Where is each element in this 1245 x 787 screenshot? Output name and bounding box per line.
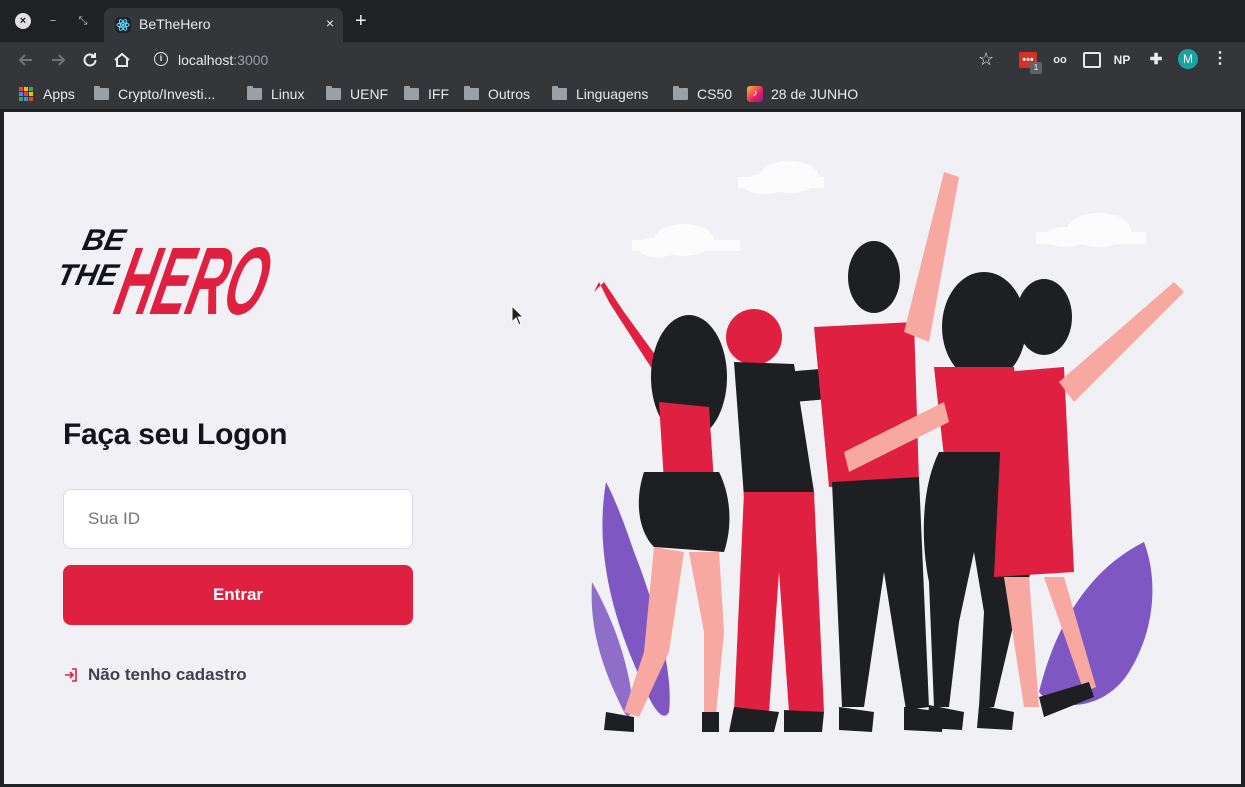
browser-toolbar: i localhost:3000 ☆ ••• 1 oo NP ✚ M ⋮ (0, 42, 1245, 78)
bookmark-label: Apps (43, 86, 75, 102)
tab-bethehero[interactable]: BeTheHero × (104, 8, 343, 42)
window-maximize-button[interactable]: ⤡ (75, 13, 91, 29)
window-minimize-button[interactable]: − (45, 13, 61, 29)
bookmark-folder-outros[interactable]: Outros (464, 84, 530, 104)
bookmark-label: Linguagens (576, 86, 649, 102)
back-arrow-icon[interactable] (16, 50, 36, 70)
bookmark-label: Outros (488, 86, 531, 102)
folder-icon (552, 86, 567, 100)
mouse-cursor-icon (511, 305, 525, 326)
tab-close-icon[interactable]: × (326, 15, 334, 31)
bookmark-label: Linux (271, 86, 305, 102)
url-text: localhost:3000 (178, 52, 268, 68)
bookmark-folder-cs50[interactable]: CS50 (673, 84, 732, 104)
folder-icon (94, 86, 109, 100)
picture-in-picture-extension-icon[interactable] (1083, 52, 1101, 68)
extension-badge: 1 (1030, 62, 1042, 74)
glasses-extension-icon[interactable]: oo (1051, 52, 1069, 68)
logo-the-text: THE (60, 259, 122, 292)
bookmark-folder-linux[interactable]: Linux (247, 84, 304, 104)
forward-arrow-icon[interactable] (48, 50, 68, 70)
tab-title: BeTheHero (139, 16, 211, 32)
new-tab-button[interactable]: + (355, 11, 367, 31)
logon-title: Faça seu Logon (63, 418, 288, 451)
np-extension-icon[interactable]: NP (1113, 52, 1131, 68)
bookmark-28-de-junho[interactable]: ♪ 28 de JUNHO (747, 84, 858, 104)
react-favicon-icon (115, 17, 131, 33)
log-in-icon (65, 668, 77, 682)
cloud-icon (738, 161, 824, 194)
bookmark-label: 28 de JUNHO (771, 86, 859, 102)
bookmark-label: IFF (428, 86, 449, 102)
url-port: :3000 (233, 52, 269, 68)
folder-icon (673, 86, 688, 100)
profile-avatar[interactable]: M (1178, 49, 1198, 69)
url-host: localhost (178, 52, 234, 68)
folder-icon (404, 86, 419, 100)
home-icon[interactable] (112, 50, 132, 70)
address-bar[interactable]: i localhost:3000 (146, 46, 1006, 74)
bookmark-folder-uenf[interactable]: UENF (326, 84, 388, 104)
bookmark-label: Crypto/Investi... (118, 86, 216, 102)
bookmark-apps[interactable]: Apps (19, 84, 75, 104)
folder-icon (464, 86, 479, 100)
window-close-button[interactable]: × (15, 13, 31, 29)
folder-icon (247, 86, 262, 100)
bookmark-folder-linguagens[interactable]: Linguagens (552, 84, 648, 104)
page-viewport: BE THE HERO Faça seu Logon Entrar Não te… (4, 112, 1241, 784)
logo-be-text: BE (80, 224, 129, 257)
bookmark-folder-crypto[interactable]: Crypto/Investi... (94, 84, 215, 104)
cloud-icon (1036, 213, 1146, 247)
puzzle-extensions-icon[interactable]: ✚ (1147, 52, 1165, 68)
more-menu-icon[interactable]: ⋮ (1212, 48, 1228, 68)
bookmarks-bar: Apps Crypto/Investi... Linux UENF IFF Ou… (0, 78, 1245, 110)
music-note-icon: ♪ (747, 86, 763, 102)
id-input[interactable] (63, 489, 413, 549)
cloud-icon (632, 224, 740, 257)
bookmark-folder-iff[interactable]: IFF (404, 84, 449, 104)
login-button[interactable]: Entrar (63, 565, 413, 625)
site-info-icon[interactable]: i (154, 52, 168, 66)
register-link[interactable]: Não tenho cadastro (63, 665, 247, 685)
logo-hero-text: HERO (106, 227, 281, 318)
reload-icon[interactable] (80, 50, 100, 70)
bookmark-label: CS50 (697, 86, 733, 102)
apps-grid-icon (19, 87, 33, 101)
bethehero-logo: BE THE HERO (60, 224, 281, 318)
heroes-illustration (591, 161, 1184, 732)
folder-icon (326, 86, 341, 100)
bookmark-label: UENF (350, 86, 389, 102)
bookmark-star-icon[interactable]: ☆ (978, 49, 994, 70)
tab-strip: × − ⤡ BeTheHero × + (0, 0, 1245, 42)
browser-window: × − ⤡ BeTheHero × + i localhost:3000 ☆ •… (0, 0, 1245, 787)
register-link-label: Não tenho cadastro (88, 665, 247, 684)
